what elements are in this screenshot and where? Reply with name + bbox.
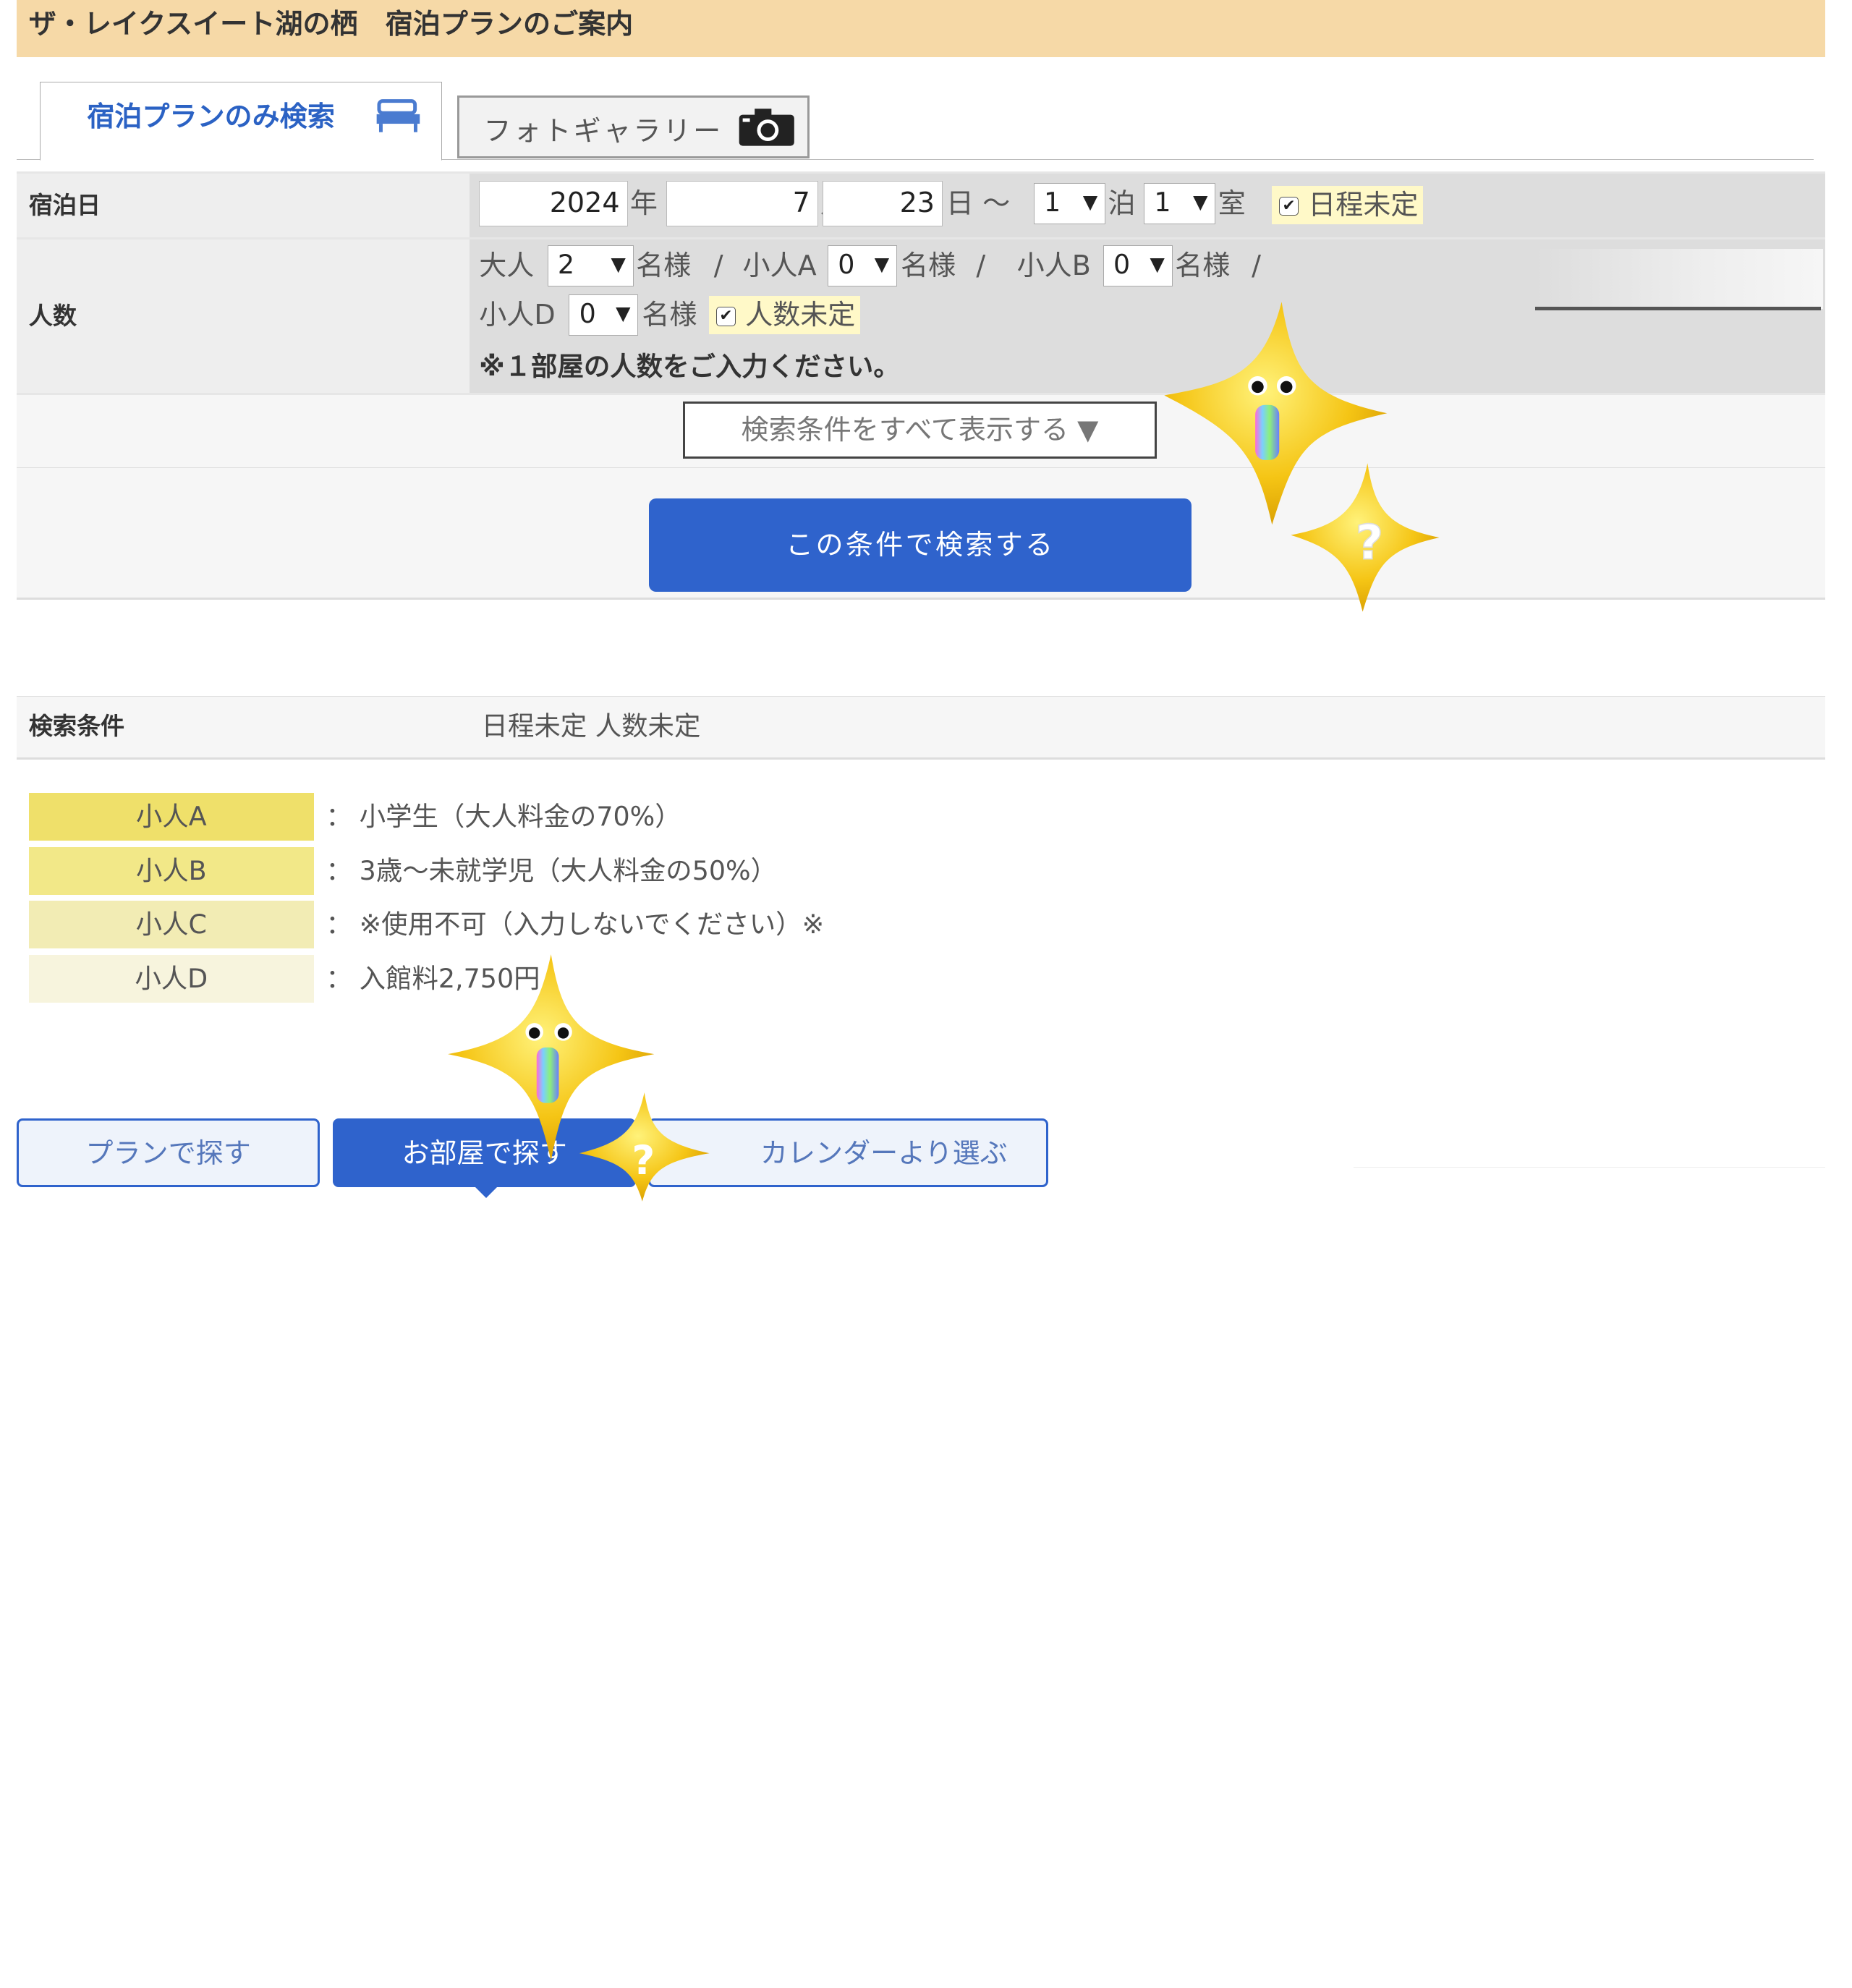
childA-value: 0 bbox=[838, 249, 855, 281]
legend-desc-childB: 3歳～未就学児（大人料金の50%） bbox=[359, 854, 778, 886]
separator: / bbox=[1252, 250, 1261, 282]
day-unit: 日 ～ bbox=[946, 187, 1011, 219]
people-note: ※１部屋の人数をご入力ください。 bbox=[479, 351, 900, 383]
day-input[interactable]: 23 bbox=[823, 180, 943, 226]
svg-text:?: ? bbox=[632, 1137, 655, 1184]
nights-value: 1 bbox=[1044, 187, 1061, 218]
checkbox-checked-icon: ✔ bbox=[1279, 196, 1299, 216]
tab-plan-search[interactable]: 宿泊プランのみ検索 bbox=[39, 81, 442, 161]
separator: / bbox=[976, 250, 986, 282]
nights-unit: 泊 bbox=[1108, 187, 1136, 219]
search-conditions-row: 検索条件 日程未定 人数未定 bbox=[17, 695, 1826, 760]
legend-desc-childA: 小学生（大人料金の70%） bbox=[359, 801, 681, 832]
stay-date-label: 宿泊日 bbox=[17, 174, 470, 237]
rooms-select[interactable]: 1 ▼ bbox=[1144, 183, 1216, 224]
childD-select[interactable]: 0 ▼ bbox=[569, 294, 639, 336]
rooms-value: 1 bbox=[1154, 187, 1171, 218]
adult-select[interactable]: 2 ▼ bbox=[547, 245, 634, 286]
childB-label: 小人B bbox=[1016, 250, 1091, 282]
search-conditions-value: 日程未定 人数未定 bbox=[481, 710, 701, 742]
childA-label: 小人A bbox=[742, 250, 817, 282]
legend-label-childC: 小人C bbox=[28, 901, 314, 949]
checkbox-checked-icon: ✔ bbox=[716, 306, 736, 326]
chevron-down-icon: ▼ bbox=[611, 253, 626, 276]
chevron-down-icon: ▼ bbox=[874, 253, 890, 276]
legend-label-childD: 小人D bbox=[28, 954, 314, 1003]
adult-unit: 名様 bbox=[636, 250, 692, 282]
legend-label-childB: 小人B bbox=[28, 846, 314, 895]
tab-photo-gallery-label: フォトギャラリー bbox=[483, 115, 723, 148]
bed-icon bbox=[375, 96, 421, 140]
decorative-line bbox=[1535, 306, 1821, 310]
chevron-down-icon: ▼ bbox=[1082, 191, 1098, 214]
childA-unit: 名様 bbox=[901, 250, 956, 282]
legend-colon: ： bbox=[326, 801, 352, 832]
date-undecided-label: 日程未定 bbox=[1308, 188, 1419, 221]
star-question-sticker-icon: ? bbox=[1291, 463, 1440, 612]
childB-select[interactable]: 0 ▼ bbox=[1103, 245, 1173, 286]
adult-label: 大人 bbox=[479, 250, 535, 282]
show-all-conditions-button[interactable]: 検索条件をすべて表示する ▼ bbox=[682, 401, 1158, 459]
legend-colon: ： bbox=[326, 854, 352, 886]
page: ザ・レイクスイート湖の栖 宿泊プランのご案内 宿泊プランのみ検索 フォトギャラリ… bbox=[0, 0, 1852, 1202]
legend-colon: ： bbox=[326, 909, 352, 940]
search-button[interactable]: この条件で検索する bbox=[649, 498, 1192, 592]
date-undecided-checkbox[interactable]: ✔ 日程未定 bbox=[1272, 185, 1424, 224]
decorative-shadow bbox=[1535, 249, 1823, 310]
search-by-plan-button[interactable]: プランで探す bbox=[17, 1118, 320, 1187]
svg-text:?: ? bbox=[1356, 515, 1383, 571]
select-from-calendar-label: カレンダーより選ぶ bbox=[760, 1137, 1008, 1170]
chevron-down-icon: ▼ bbox=[1150, 253, 1165, 276]
year-unit: 年 bbox=[629, 187, 658, 219]
childB-unit: 名様 bbox=[1175, 250, 1231, 282]
decorative-line bbox=[1353, 1166, 1826, 1168]
childA-select[interactable]: 0 ▼ bbox=[828, 245, 898, 286]
camera-icon bbox=[738, 106, 795, 152]
separator: / bbox=[713, 250, 723, 282]
rooms-unit: 室 bbox=[1218, 187, 1246, 219]
childD-value: 0 bbox=[579, 298, 596, 330]
legend-desc-childC: ※使用不可（入力しないでください）※ bbox=[359, 909, 825, 940]
chevron-down-icon: ▼ bbox=[616, 302, 631, 326]
legend-label-childA: 小人A bbox=[28, 793, 314, 841]
page-title: ザ・レイクスイート湖の栖 宿泊プランのご案内 bbox=[17, 0, 1826, 58]
active-notch bbox=[472, 1184, 499, 1198]
childB-value: 0 bbox=[1113, 249, 1131, 281]
childD-unit: 名様 bbox=[642, 298, 697, 331]
tab-photo-gallery[interactable]: フォトギャラリー bbox=[457, 95, 810, 158]
chevron-down-icon: ▼ bbox=[1193, 191, 1208, 214]
childD-label: 小人D bbox=[479, 298, 556, 331]
year-input[interactable]: 2024 bbox=[479, 180, 628, 226]
month-input[interactable]: 7 bbox=[666, 180, 818, 226]
people-undecided-label: 人数未定 bbox=[745, 298, 856, 331]
tab-plan-search-label: 宿泊プランのみ検索 bbox=[87, 101, 335, 133]
star-question-sticker-icon: ? bbox=[579, 1092, 710, 1202]
people-undecided-checkbox[interactable]: ✔ 人数未定 bbox=[709, 295, 860, 334]
adult-value: 2 bbox=[557, 249, 574, 281]
people-label: 人数 bbox=[17, 239, 470, 394]
legend-colon: ： bbox=[326, 962, 352, 994]
nights-select[interactable]: 1 ▼ bbox=[1033, 183, 1106, 224]
search-conditions-label: 検索条件 bbox=[28, 711, 125, 740]
